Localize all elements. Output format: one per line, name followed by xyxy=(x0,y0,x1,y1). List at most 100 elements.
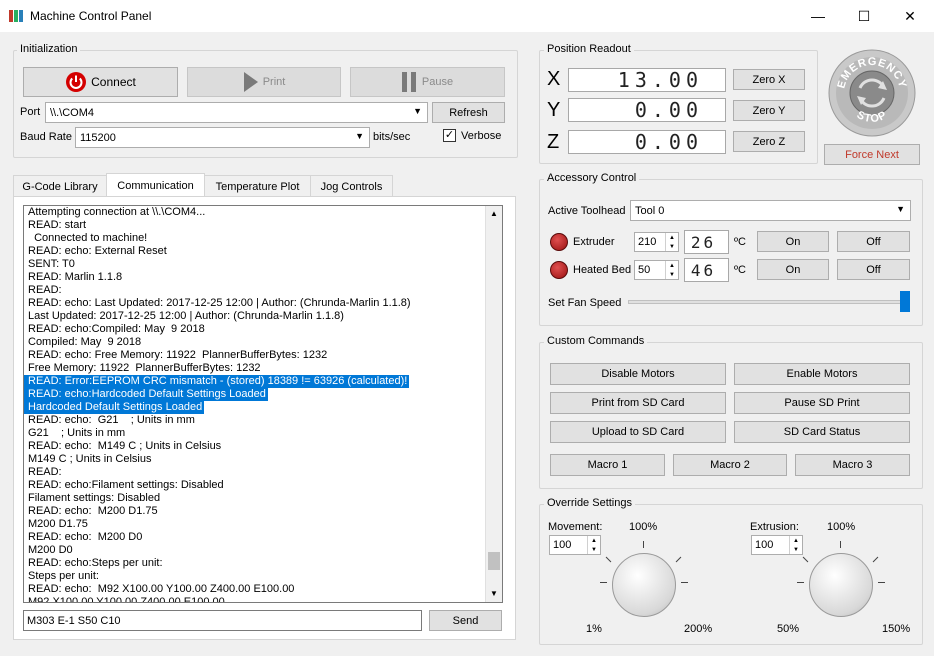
refresh-button[interactable]: Refresh xyxy=(432,102,505,123)
stepper-arrows-icon[interactable]: ▲ ▼ xyxy=(665,233,678,251)
send-button[interactable]: Send xyxy=(429,610,502,631)
extrusion-value: 100 xyxy=(755,539,774,551)
port-label: Port xyxy=(20,106,41,118)
extruder-off-button[interactable]: Off xyxy=(837,231,910,252)
bed-off-button[interactable]: Off xyxy=(837,259,910,280)
print-from-sd-button[interactable]: Print from SD Card xyxy=(550,392,726,414)
scroll-up-icon[interactable]: ▲ xyxy=(490,209,498,218)
log-line: READ: echo:Hardcoded Default Settings Lo… xyxy=(24,388,268,401)
port-select[interactable]: \\.\COM4 ▼ xyxy=(45,102,428,123)
movement-stepper[interactable]: 100 ▲ ▼ xyxy=(549,535,601,555)
toolhead-select[interactable]: Tool 0 ▼ xyxy=(630,200,911,221)
tab-jog-controls[interactable]: Jog Controls xyxy=(310,175,393,197)
close-button[interactable]: ✕ xyxy=(887,0,933,32)
movement-min-label: 1% xyxy=(586,623,602,635)
pause-button[interactable]: Pause xyxy=(350,67,505,97)
zero-y-button[interactable]: Zero Y xyxy=(733,100,805,121)
extrusion-tick-top xyxy=(840,541,841,548)
log-line: READ: echo:Steps per unit: xyxy=(28,557,163,569)
log-row: READ: echo: Free Memory: 11922 PlannerBu… xyxy=(24,349,486,362)
tab-communication[interactable]: Communication xyxy=(106,173,205,197)
fan-speed-track[interactable] xyxy=(628,300,910,304)
chevron-down-icon: ▼ xyxy=(896,204,905,214)
log-row: READ: Error:EEPROM CRC mismatch - (store… xyxy=(24,375,486,388)
log-row: M92 X100.00 Y100.00 Z400.00 E100.00 xyxy=(24,596,486,602)
axis-x-readout: 13.00 xyxy=(568,68,726,92)
log-line: M92 X100.00 Y100.00 Z400.00 E100.00 xyxy=(28,596,225,602)
movement-dial[interactable] xyxy=(612,553,676,617)
connect-label: Connect xyxy=(91,75,136,89)
log-row: SENT: T0 xyxy=(24,258,486,271)
log-row: READ: echo:Hardcoded Default Settings Lo… xyxy=(24,388,486,401)
log-row: READ: echo: External Reset xyxy=(24,245,486,258)
extrusion-tick-e xyxy=(878,582,885,583)
bed-setpoint-stepper[interactable]: 50 ▲ ▼ xyxy=(634,260,679,280)
extrusion-dial[interactable] xyxy=(809,553,873,617)
communication-log[interactable]: Attempting connection at \\.\COM4... READ… xyxy=(23,205,503,603)
sd-card-status-button[interactable]: SD Card Status xyxy=(734,421,910,443)
log-row: Steps per unit: xyxy=(24,570,486,583)
axis-x-label: X xyxy=(547,68,561,90)
upload-to-sd-button[interactable]: Upload to SD Card xyxy=(550,421,726,443)
bed-on-button[interactable]: On xyxy=(757,259,829,280)
fan-speed-slider[interactable] xyxy=(900,291,910,312)
log-line: Filament settings: Disabled xyxy=(28,492,161,504)
macro-2-button[interactable]: Macro 2 xyxy=(673,454,787,476)
stepper-arrows-icon[interactable]: ▲ ▼ xyxy=(789,536,802,554)
macro-3-button[interactable]: Macro 3 xyxy=(795,454,910,476)
pause-sd-print-button[interactable]: Pause SD Print xyxy=(734,392,910,414)
extrusion-knob[interactable] xyxy=(809,553,873,617)
log-row: READ: start xyxy=(24,219,486,232)
minimize-button[interactable]: — xyxy=(795,0,841,32)
log-line: READ: echo: M149 C ; Units in Celsius xyxy=(28,440,222,452)
force-next-button[interactable]: Force Next xyxy=(824,144,920,165)
extrusion-label: Extrusion: xyxy=(750,521,799,533)
log-line: READ: echo: Last Updated: 2017-12-25 12:… xyxy=(28,297,411,309)
scroll-thumb[interactable] xyxy=(488,552,500,570)
tab-gcode-library[interactable]: G-Code Library xyxy=(13,175,107,197)
zero-z-button[interactable]: Zero Z xyxy=(733,131,805,152)
movement-tick-w xyxy=(600,582,607,583)
enable-motors-button[interactable]: Enable Motors xyxy=(734,363,910,385)
log-line: M149 C ; Units in Celsius xyxy=(28,453,152,465)
stepper-arrows-icon[interactable]: ▲ ▼ xyxy=(665,261,678,279)
log-row: READ: echo: M200 D0 xyxy=(24,531,486,544)
extrusion-stepper[interactable]: 100 ▲ ▼ xyxy=(751,535,803,555)
extrusion-tick-w xyxy=(797,582,804,583)
command-value: M303 E-1 S50 C10 xyxy=(27,614,121,627)
log-line: Last Updated: 2017-12-25 12:00 | Author:… xyxy=(28,310,344,322)
stepper-arrows-icon[interactable]: ▲ ▼ xyxy=(587,536,600,554)
log-row: Attempting connection at \\.\COM4... xyxy=(24,206,486,219)
macro-1-button[interactable]: Macro 1 xyxy=(550,454,665,476)
tab-temperature-plot[interactable]: Temperature Plot xyxy=(204,175,311,197)
connect-button[interactable]: Connect xyxy=(23,67,178,97)
log-line: M200 D1.75 xyxy=(28,518,88,530)
log-row: READ: echo:Compiled: May 9 2018 xyxy=(24,323,486,336)
log-row: READ: echo: M200 D1.75 xyxy=(24,505,486,518)
fan-speed-label: Set Fan Speed xyxy=(548,297,622,309)
movement-tick-e xyxy=(681,582,688,583)
zero-x-button[interactable]: Zero X xyxy=(733,69,805,90)
extruder-setpoint-stepper[interactable]: 210 ▲ ▼ xyxy=(634,232,679,252)
log-line: M200 D0 xyxy=(28,544,73,556)
baud-select[interactable]: 115200 ▼ xyxy=(75,127,370,148)
disable-motors-button[interactable]: Disable Motors xyxy=(550,363,726,385)
maximize-button[interactable]: ☐ xyxy=(841,0,887,32)
scroll-down-icon[interactable]: ▼ xyxy=(490,589,498,598)
command-input[interactable]: M303 E-1 S50 C10 xyxy=(23,610,422,631)
log-scrollbar[interactable]: ▲ ▼ xyxy=(485,206,502,602)
toolhead-label: Active Toolhead xyxy=(548,205,626,217)
movement-value: 100 xyxy=(553,539,572,551)
emergency-stop-button[interactable]: EMERGENCY STOP xyxy=(827,48,917,138)
log-row: Last Updated: 2017-12-25 12:00 | Author:… xyxy=(24,310,486,323)
print-button[interactable]: Print xyxy=(187,67,341,97)
chevron-down-icon: ▼ xyxy=(355,131,364,141)
bed-status-led xyxy=(550,261,568,279)
extruder-on-button[interactable]: On xyxy=(757,231,829,252)
play-icon xyxy=(243,71,259,93)
accessory-label: Accessory Control xyxy=(544,172,640,184)
log-row: M200 D1.75 xyxy=(24,518,486,531)
log-row: Compiled: May 9 2018 xyxy=(24,336,486,349)
movement-knob[interactable] xyxy=(612,553,676,617)
verbose-checkbox[interactable]: ✓ xyxy=(443,129,456,142)
